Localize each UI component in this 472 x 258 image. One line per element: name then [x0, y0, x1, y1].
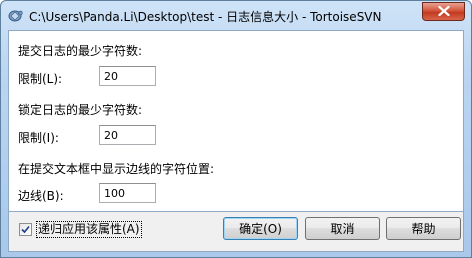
tortoisesvn-icon	[7, 7, 23, 23]
dialog-window: C:\Users\Panda.Li\Desktop\test - 日志信息大小 …	[0, 0, 472, 258]
close-icon	[437, 5, 450, 19]
log-message-section-label: 提交日志的最少字符数:	[18, 44, 143, 58]
dialog-content: 提交日志的最少字符数: 限制(L): 锁定日志的最少字符数: 限制(I): 在提…	[8, 30, 464, 212]
window-title: C:\Users\Panda.Li\Desktop\test - 日志信息大小 …	[29, 10, 382, 24]
border-section-label: 在提交文本框中显示边线的字符位置:	[18, 162, 215, 176]
lock-message-section-label: 锁定日志的最少字符数:	[18, 103, 143, 117]
help-button[interactable]: 帮助	[386, 217, 461, 240]
recursive-checkbox-label[interactable]: 递归应用该属性(A)	[36, 221, 142, 238]
log-message-limit-input[interactable]	[99, 66, 156, 86]
border-input[interactable]	[99, 183, 156, 203]
border-label: 边线(B):	[18, 189, 64, 203]
lock-message-limit-input[interactable]	[99, 125, 156, 145]
ok-button[interactable]: 确定(O)	[223, 217, 298, 240]
checkmark-icon	[21, 225, 30, 234]
recursive-checkbox[interactable]	[19, 223, 32, 236]
log-message-limit-label: 限制(L):	[18, 72, 63, 86]
title-bar[interactable]: C:\Users\Panda.Li\Desktop\test - 日志信息大小 …	[1, 1, 471, 29]
lock-message-limit-label: 限制(I):	[18, 131, 59, 145]
button-bar: 递归应用该属性(A) 确定(O) 取消 帮助	[8, 212, 464, 252]
close-button[interactable]	[422, 2, 465, 21]
cancel-button[interactable]: 取消	[305, 217, 380, 240]
